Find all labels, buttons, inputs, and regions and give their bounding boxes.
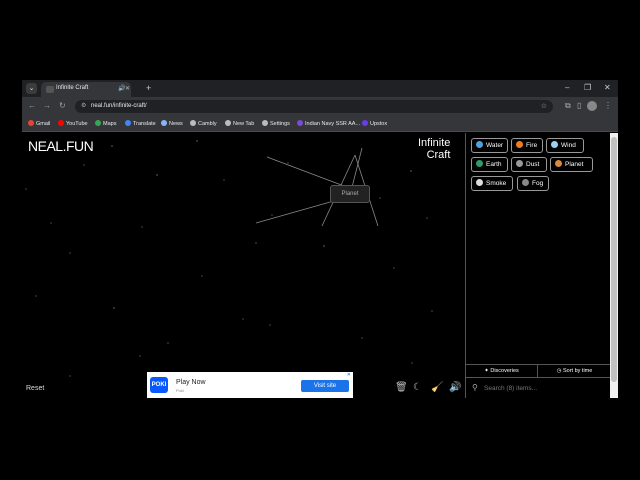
tab-strip: ⌄ Infinite Craft 🔊 ✕ + – ❐ ✕ <box>22 80 618 97</box>
ad-subtitle: Poki <box>176 388 184 393</box>
minimize-button[interactable]: – <box>565 83 569 93</box>
globe-icon <box>262 120 268 126</box>
search-icon: ⚲ <box>472 383 478 392</box>
search-input[interactable] <box>484 383 604 394</box>
bookmark-news[interactable]: News <box>161 120 183 129</box>
canvas-element-planet[interactable]: Planet <box>330 185 370 203</box>
item-earth[interactable]: Earth <box>471 157 508 172</box>
translate-icon <box>125 120 131 126</box>
earth-globe-icon <box>476 160 483 167</box>
back-arrow-icon[interactable]: ← <box>28 101 36 111</box>
item-fog[interactable]: Fog <box>517 176 549 191</box>
bookmark-star-icon[interactable]: ☆ <box>541 102 547 110</box>
smoke-icon <box>476 179 483 186</box>
dust-icon <box>516 160 523 167</box>
bookmark-gmail[interactable]: Gmail <box>28 120 50 129</box>
upstox-icon <box>362 120 368 126</box>
ad-close-icon[interactable]: ✕ <box>347 372 351 378</box>
window-close-button[interactable]: ✕ <box>604 83 611 93</box>
browser-toolbar: ← → ↻ ⚙ neal.fun/infinite-craft/ ☆ ⧉ ▯ ⋮ <box>22 97 618 116</box>
item-wind[interactable]: Wind <box>546 138 584 153</box>
bookmark-youtube[interactable]: YouTube <box>58 120 88 129</box>
forward-arrow-icon[interactable]: → <box>43 101 51 111</box>
page-content: NEAL.FUN Infinite Craft Planet Reset POK… <box>22 133 618 398</box>
fog-icon <box>522 179 529 186</box>
sound-icon[interactable]: 🔊 <box>449 382 461 394</box>
reset-button[interactable]: Reset <box>26 385 44 392</box>
favicon <box>46 86 54 93</box>
globe-icon <box>225 120 231 126</box>
item-smoke[interactable]: Smoke <box>471 176 513 191</box>
ad-title: Play Now <box>176 379 206 386</box>
menu-kebab-icon[interactable]: ⋮ <box>604 101 612 111</box>
neal-fun-logo[interactable]: NEAL.FUN <box>28 138 94 154</box>
discoveries-button[interactable]: ✦ Discoveries <box>466 365 538 378</box>
advertisement-banner[interactable]: POKI Play Now Poki Visit site ✕ <box>147 372 353 398</box>
wind-icon <box>551 141 558 148</box>
brand-line-2: Craft <box>426 149 451 161</box>
maps-icon <box>95 120 101 126</box>
url-text: neal.fun/infinite-craft/ <box>91 103 147 109</box>
moon-icon[interactable]: ☾ <box>413 382 422 394</box>
page-scrollbar[interactable] <box>610 133 618 398</box>
items-sidebar: Water Fire Wind Earth Dust Planet Smoke … <box>465 133 611 398</box>
browser-window: ⌄ Infinite Craft 🔊 ✕ + – ❐ ✕ ← → ↻ ⚙ nea… <box>22 80 618 398</box>
bookmark-settings[interactable]: Settings <box>262 120 290 129</box>
bookmark-translate[interactable]: Translate <box>125 120 156 129</box>
infinite-craft-logo: Infinite Craft <box>418 137 450 161</box>
bookmark-maps[interactable]: Maps <box>95 120 116 129</box>
item-fire[interactable]: Fire <box>511 138 543 153</box>
bookmark-upstox[interactable]: Upstox <box>362 120 387 129</box>
visit-site-button[interactable]: Visit site <box>301 380 349 392</box>
news-icon <box>161 120 167 126</box>
gmail-icon <box>28 120 34 126</box>
item-planet[interactable]: Planet <box>550 157 593 172</box>
address-bar[interactable]: ⚙ neal.fun/infinite-craft/ ☆ <box>75 100 553 113</box>
bookmark-cambly[interactable]: Cambly <box>190 120 217 129</box>
item-water[interactable]: Water <box>471 138 508 153</box>
bookmark-indian-navy[interactable]: Indian Navy SSR AA... <box>297 120 360 129</box>
extensions-icon[interactable]: ⧉ <box>565 101 571 111</box>
scrollbar-thumb[interactable] <box>611 137 617 382</box>
youtube-icon <box>58 120 64 126</box>
planet-icon <box>555 160 562 167</box>
fire-icon <box>516 141 523 148</box>
brand-line-1: Infinite <box>418 137 451 149</box>
starfield-canvas[interactable] <box>22 133 465 398</box>
bookmarks-bar: Gmail YouTube Maps Translate News Cambly… <box>22 116 618 132</box>
sort-bar: ✦ Discoveries ◷ Sort by time <box>466 364 611 378</box>
tab-search-button[interactable]: ⌄ <box>26 83 37 94</box>
tab-infinite-craft[interactable]: Infinite Craft 🔊 ✕ <box>41 82 131 97</box>
profile-avatar[interactable] <box>587 101 597 111</box>
side-panel-icon[interactable]: ▯ <box>577 101 581 111</box>
site-info-icon[interactable]: ⚙ <box>81 102 86 109</box>
restore-button[interactable]: ❐ <box>584 83 591 93</box>
indian-navy-icon <box>297 120 303 126</box>
poki-logo: POKI <box>150 377 168 393</box>
broom-icon[interactable]: 🧹 <box>431 382 443 394</box>
new-tab-button[interactable]: + <box>146 83 151 93</box>
sort-by-time-button[interactable]: ◷ Sort by time <box>538 365 611 378</box>
water-drop-icon <box>476 141 483 148</box>
trash-icon[interactable]: 🗑 <box>395 382 408 394</box>
item-dust[interactable]: Dust <box>511 157 547 172</box>
tab-close-icon[interactable]: ✕ <box>125 85 130 92</box>
reload-icon[interactable]: ↻ <box>59 101 66 111</box>
search-bar: ⚲ <box>466 379 611 398</box>
tab-title: Infinite Craft <box>56 85 89 91</box>
globe-icon <box>190 120 196 126</box>
bookmark-new-tab[interactable]: New Tab <box>225 120 254 129</box>
